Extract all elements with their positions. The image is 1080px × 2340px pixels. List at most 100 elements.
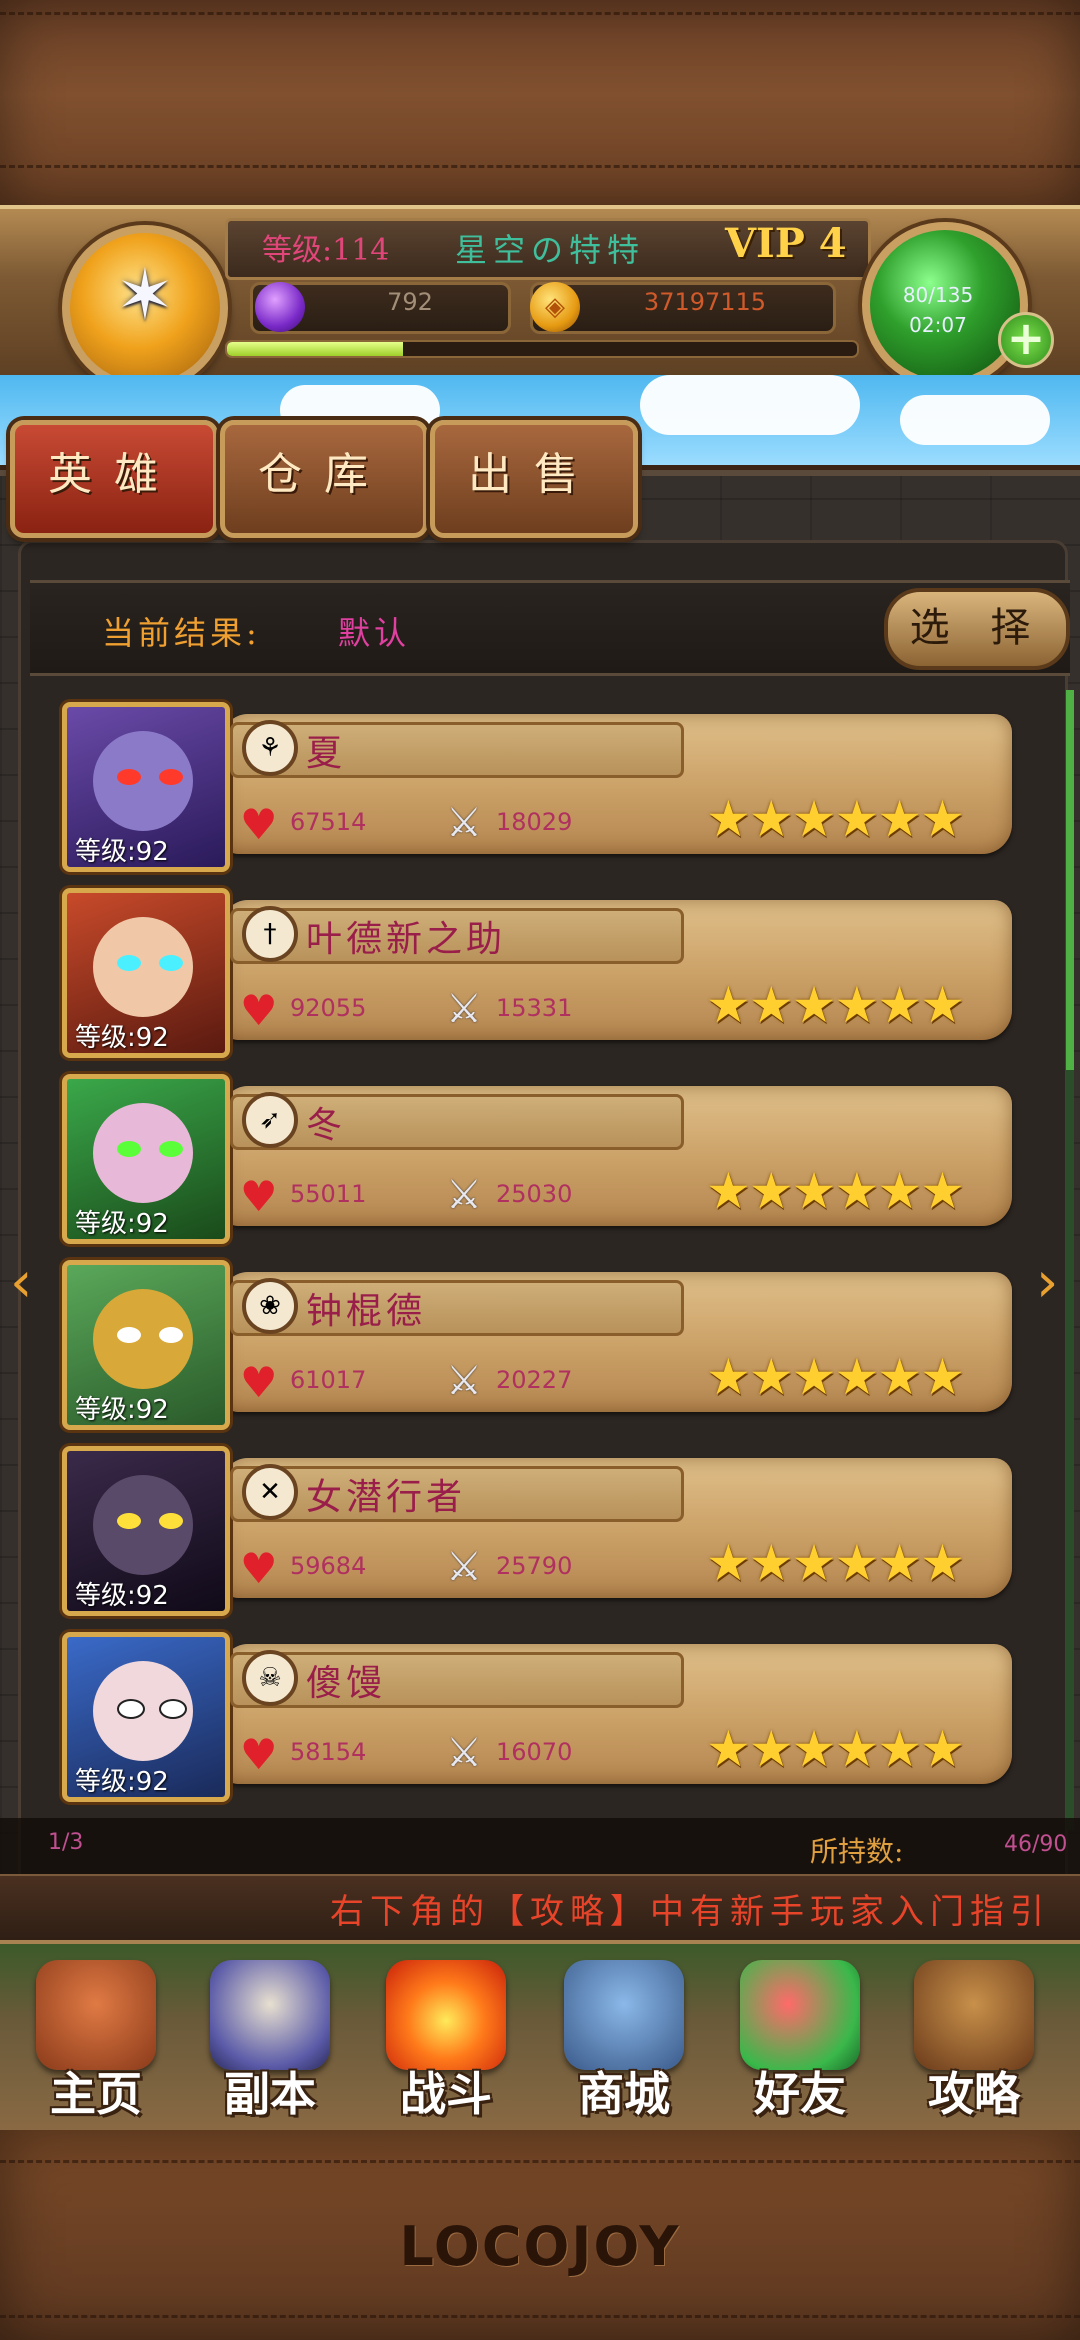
sword-shield-icon	[386, 1960, 506, 2070]
tab-heroes[interactable]: 英雄	[10, 420, 218, 538]
nav-label: 战斗	[400, 2067, 492, 2121]
list-count-bar	[0, 1818, 1080, 1874]
hero-hp: 92055	[290, 994, 367, 1022]
hero-portrait[interactable]: 等级:92	[62, 888, 230, 1058]
hero-level: 等级:92	[75, 1023, 169, 1053]
dagger-icon: †	[242, 906, 298, 962]
claw-icon: ⚘	[242, 720, 298, 776]
vip-level[interactable]: VIP 4	[725, 220, 847, 267]
star-rating: ★★★★★★	[706, 1534, 965, 1592]
hero-level: 等级:92	[75, 1767, 169, 1797]
hero-name-plate	[230, 722, 684, 778]
gold-coin-icon: ◈	[530, 282, 580, 332]
hero-portrait[interactable]: 等级:92	[62, 1260, 230, 1430]
previous-page-arrow-icon[interactable]: ‹	[10, 1250, 32, 1315]
select-button[interactable]: 选 择	[884, 588, 1070, 670]
hero-eye	[117, 1699, 145, 1719]
hero-eye	[117, 955, 141, 971]
hero-eye	[117, 1327, 141, 1343]
hero-portrait[interactable]: 等级:92	[62, 702, 230, 872]
heart-icon: ♥	[240, 1172, 278, 1221]
skull-orb-icon	[210, 1960, 330, 2070]
add-energy-button[interactable]: +	[998, 312, 1054, 368]
next-page-arrow-icon[interactable]: ›	[1036, 1250, 1058, 1315]
filter-label: 当前结果:	[102, 614, 261, 652]
hero-hp: 59684	[290, 1552, 367, 1580]
hero-attack: 25790	[496, 1552, 573, 1580]
nav-label: 攻略	[928, 2067, 1020, 2121]
hero-level: 等级:92	[75, 1581, 169, 1611]
hero-hp: 55011	[290, 1180, 367, 1208]
hero-level: 等级:92	[75, 1395, 169, 1425]
cloud	[640, 375, 860, 435]
hero-row[interactable]: 等级:92 ❀ 钟棍德 ♥ 61017 ⚔ 20227 ★★★★★★	[62, 1260, 1030, 1430]
hero-eye	[159, 1513, 183, 1529]
nav-battle[interactable]: 战斗	[366, 1950, 526, 2130]
ticker-text: 右下角的【攻略】中有新手玩家入门指引	[330, 1892, 1050, 1932]
nav-label: 主页	[50, 2067, 142, 2121]
hero-portrait[interactable]: 等级:92	[62, 1632, 230, 1802]
energy-timer: 02:07	[909, 313, 967, 337]
crossed-blades-icon: ✕	[242, 1464, 298, 1520]
monster-shop-icon	[564, 1960, 684, 2070]
hero-level: 等级:92	[75, 1209, 169, 1239]
hero-eye	[159, 1141, 183, 1157]
hero-attack: 20227	[496, 1366, 573, 1394]
friends-icon	[740, 1960, 860, 2070]
hero-row[interactable]: 等级:92 ✕ 女潜行者 ♥ 59684 ⚔ 25790 ★★★★★★	[62, 1446, 1030, 1616]
hero-hp: 67514	[290, 808, 367, 836]
nav-friends[interactable]: 好友	[720, 1950, 880, 2130]
heart-icon: ♥	[240, 1358, 278, 1407]
nav-label: 好友	[754, 2067, 846, 2121]
hero-attack: 16070	[496, 1738, 573, 1766]
hero-name-plate	[230, 1280, 684, 1336]
exp-bar	[225, 340, 859, 358]
page-indicator: 1/3	[48, 1830, 84, 1855]
hero-eye	[117, 1513, 141, 1529]
exp-bar-fill	[227, 342, 404, 356]
hero-name: 钟棍德	[306, 1291, 427, 1332]
owned-count-label: 所持数:	[810, 1835, 904, 1868]
hero-row[interactable]: 等级:92 † 叶德新之助 ♥ 92055 ⚔ 15331 ★★★★★★	[62, 888, 1030, 1058]
nav-label: 商城	[578, 2067, 670, 2121]
hero-name-plate	[230, 1652, 684, 1708]
player-level: 等级:114	[262, 233, 390, 268]
star-rating: ★★★★★★	[706, 1348, 965, 1406]
hero-portrait[interactable]: 等级:92	[62, 1074, 230, 1244]
hero-eye	[159, 769, 183, 785]
hero-eye	[117, 769, 141, 785]
hero-row[interactable]: 等级:92 ➶ 冬 ♥ 55011 ⚔ 25030 ★★★★★★	[62, 1074, 1030, 1244]
list-scrollbar-thumb[interactable]	[1066, 690, 1074, 1070]
hero-eye	[117, 1141, 141, 1157]
rank-emblem-icon: ✶	[115, 254, 175, 336]
nav-guide[interactable]: 攻略	[894, 1950, 1054, 2130]
star-rating: ★★★★★★	[706, 790, 965, 848]
hero-row[interactable]: 等级:92 ⚘ 夏 ♥ 67514 ⚔ 18029 ★★★★★★	[62, 702, 1030, 872]
bow-icon: ➶	[242, 1092, 298, 1148]
crossed-swords-icon: ⚔	[446, 986, 482, 1032]
star-rating: ★★★★★★	[706, 976, 965, 1034]
star-rating: ★★★★★★	[706, 1720, 965, 1778]
hero-name: 冬	[306, 1105, 347, 1146]
hero-portrait[interactable]: 等级:92	[62, 1446, 230, 1616]
paw-icon: ❀	[242, 1278, 298, 1334]
tab-sell[interactable]: 出售	[430, 420, 638, 538]
owned-count-value: 46/90	[1004, 1832, 1068, 1857]
heart-icon: ♥	[240, 1544, 278, 1593]
nav-shop[interactable]: 商城	[544, 1950, 704, 2130]
crossed-swords-icon: ⚔	[446, 1358, 482, 1404]
hero-attack: 18029	[496, 808, 573, 836]
house-icon	[36, 1960, 156, 2070]
tab-warehouse[interactable]: 仓库	[220, 420, 428, 538]
nav-home[interactable]: 主页	[16, 1950, 176, 2130]
nav-label: 副本	[224, 2067, 316, 2121]
crossed-swords-icon: ⚔	[446, 1172, 482, 1218]
nav-dungeon[interactable]: 副本	[190, 1950, 350, 2130]
heart-icon: ♥	[240, 986, 278, 1035]
heart-icon: ♥	[240, 800, 278, 849]
hero-name-plate	[230, 1094, 684, 1150]
locojoy-logo: LOCOJOY	[399, 2215, 681, 2278]
hero-name: 傻馒	[306, 1663, 387, 1704]
hero-row[interactable]: 等级:92 ☠ 傻馒 ♥ 58154 ⚔ 16070 ★★★★★★	[62, 1632, 1030, 1802]
cloud	[900, 395, 1050, 445]
